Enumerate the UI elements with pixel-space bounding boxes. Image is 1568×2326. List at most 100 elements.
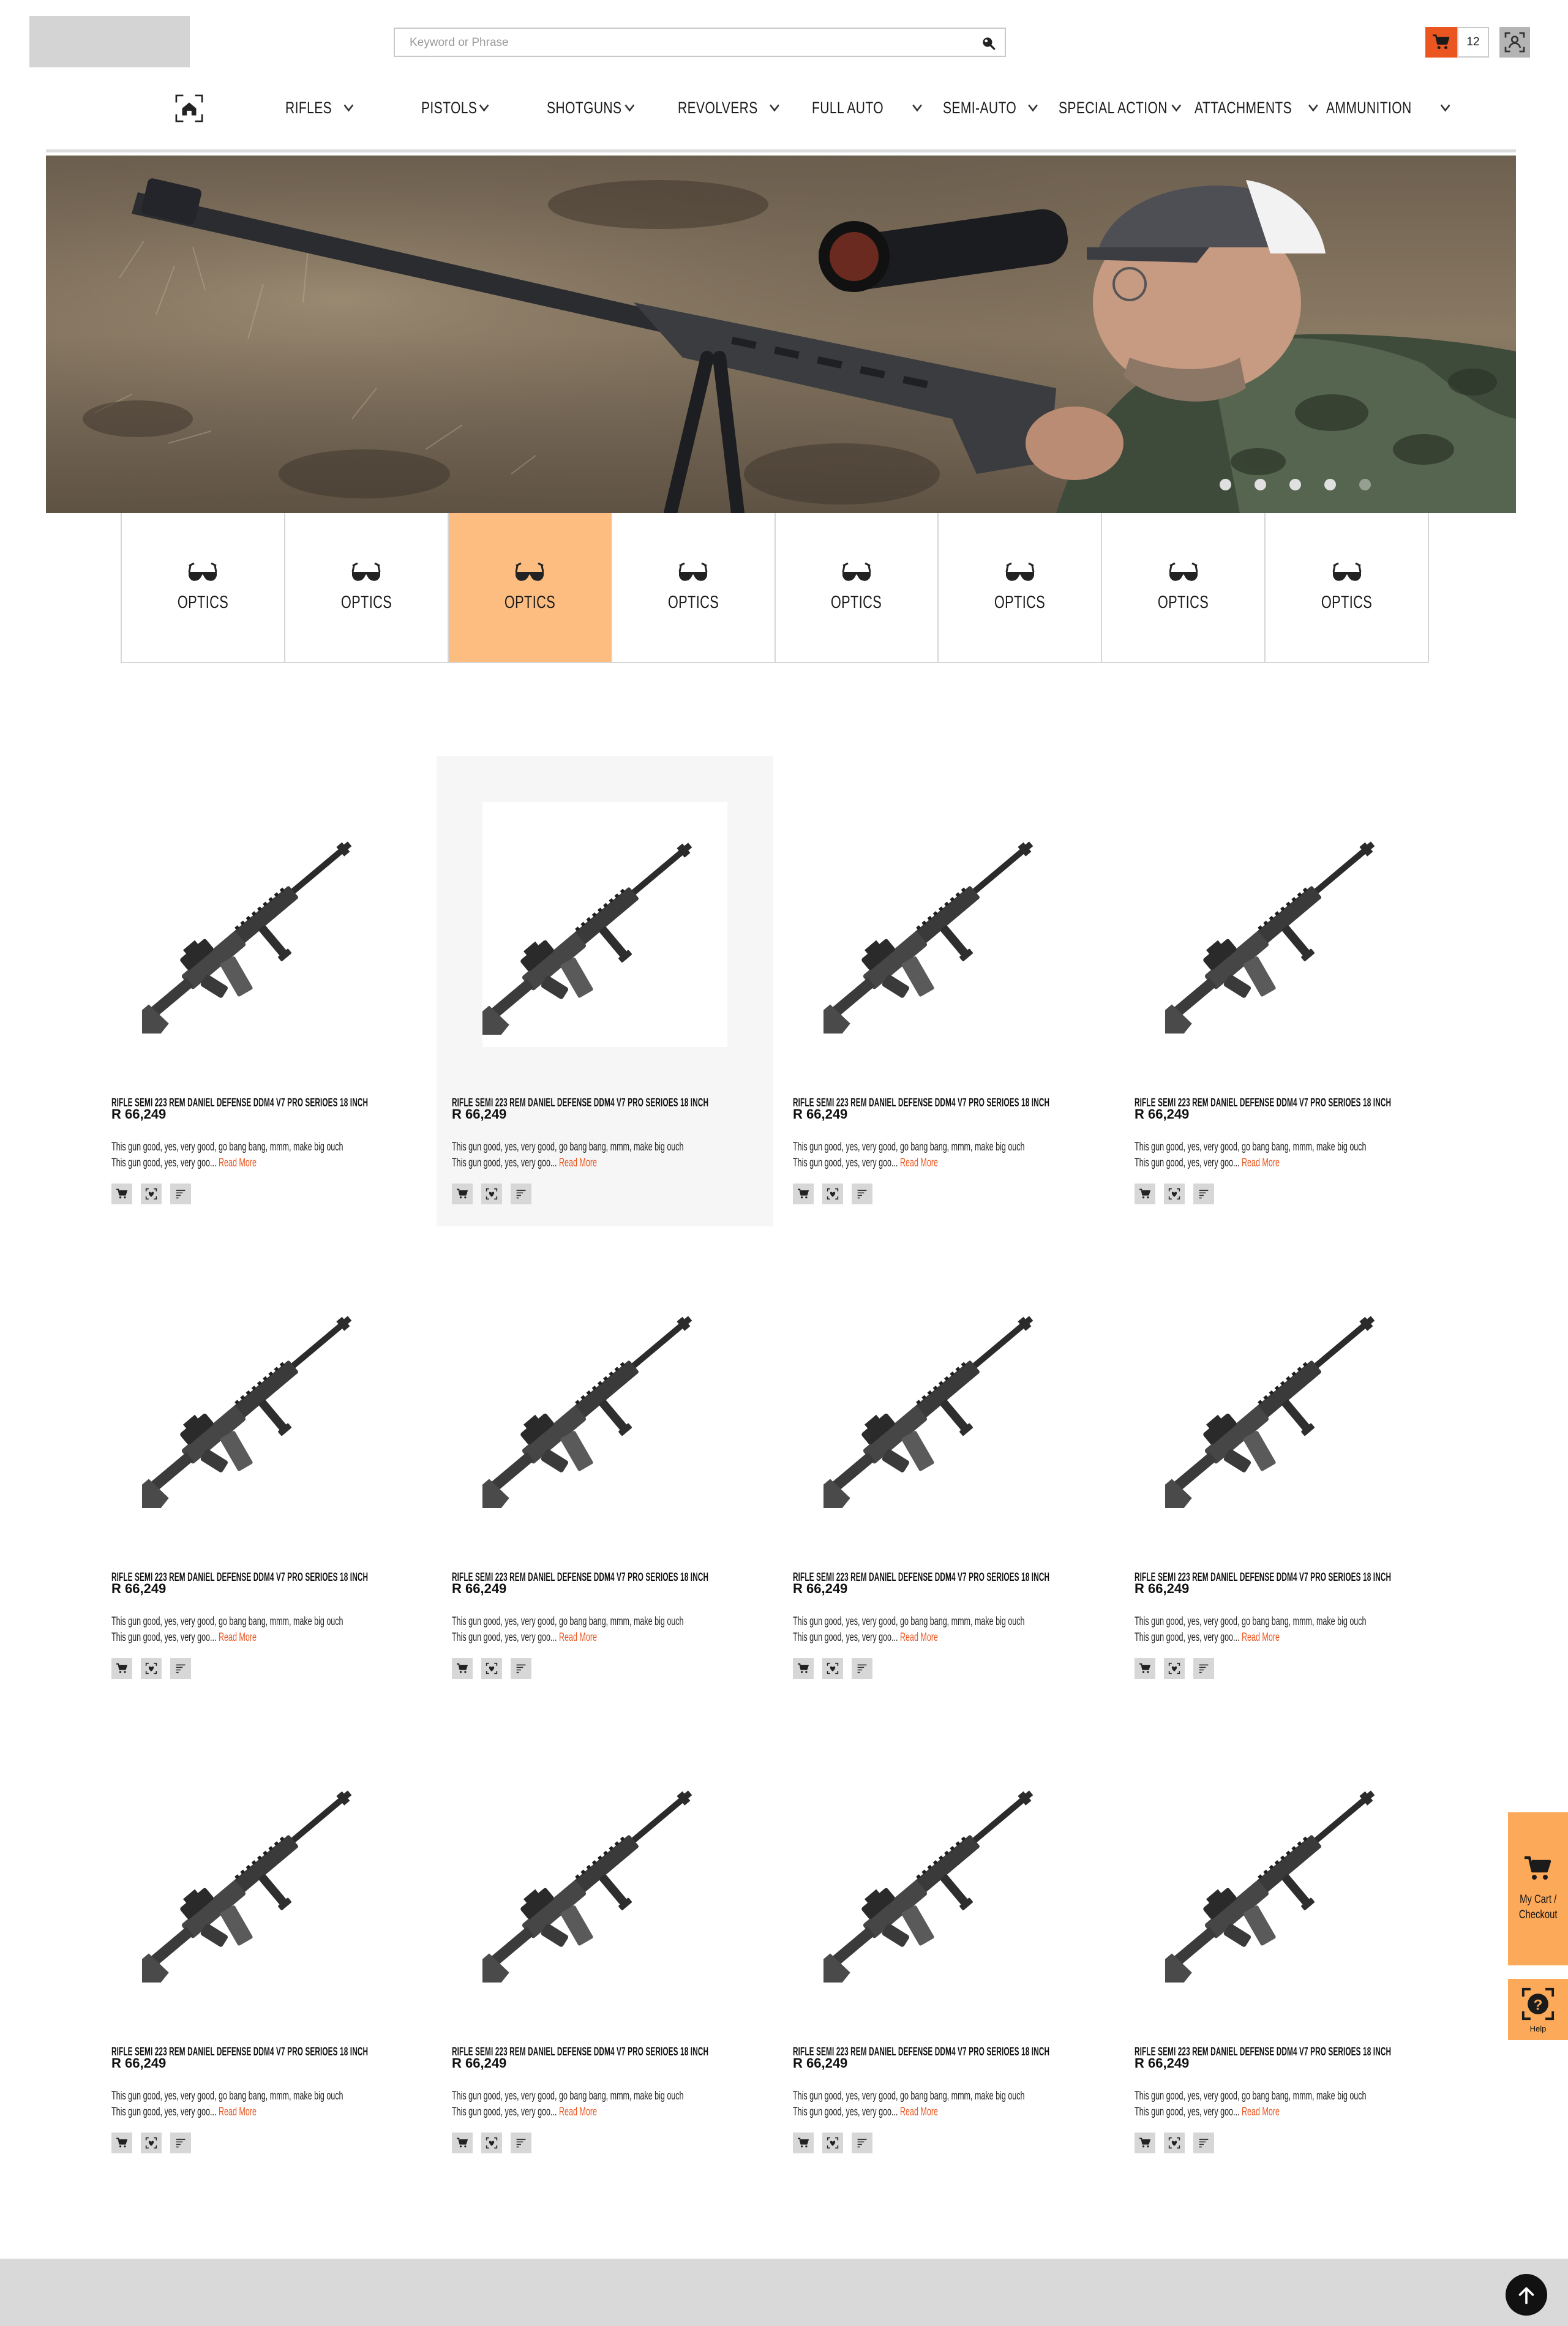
nav-attachments[interactable]: ATTACHMENTS [1195,94,1318,121]
carousel-dot[interactable] [1255,479,1266,490]
cart-count-badge[interactable]: 12 [1457,27,1489,58]
category-optics[interactable]: OPTICS [285,513,449,662]
product-card[interactable]: RIFLE SEMI 223 REM DANIEL DEFENSE DDM4 V… [437,1705,773,2175]
product-card[interactable]: RIFLE SEMI 223 REM DANIEL DEFENSE DDM4 V… [778,1231,1114,1701]
add-to-cart-button[interactable] [1135,1184,1155,1204]
read-more-link[interactable]: Read More [559,2106,597,2118]
product-image-box[interactable] [1119,1742,1456,2005]
nav-semi-auto[interactable]: SEMI-AUTO [943,94,1038,121]
category-optics[interactable]: OPTICS [1266,513,1429,662]
account-button[interactable] [1499,27,1530,58]
nav-special-action[interactable]: SPECIAL ACTION [1059,94,1182,121]
product-image-box[interactable] [96,1742,433,2005]
details-list-button[interactable] [852,1658,872,1679]
product-image-box[interactable] [96,793,433,1056]
product-card[interactable]: RIFLE SEMI 223 REM DANIEL DEFENSE DDM4 V… [778,756,1114,1226]
category-optics-active[interactable]: OPTICS [448,513,612,662]
category-optics[interactable]: OPTICS [775,513,939,662]
site-logo-placeholder[interactable] [29,16,190,67]
product-card[interactable]: RIFLE SEMI 223 REM DANIEL DEFENSE DDM4 V… [96,1705,433,2175]
back-to-top-button[interactable] [1506,2274,1547,2316]
read-more-link[interactable]: Read More [219,1157,257,1169]
side-help-button[interactable]: ? Help [1508,1979,1568,2040]
read-more-link[interactable]: Read More [1242,1631,1280,1644]
product-image-box[interactable] [1119,1267,1456,1531]
product-image-box[interactable] [96,1267,433,1531]
category-optics[interactable]: OPTICS [1102,513,1266,662]
read-more-link[interactable]: Read More [900,1157,938,1169]
wishlist-button[interactable] [822,2133,843,2153]
add-to-cart-button[interactable] [793,1658,814,1679]
nav-full-auto[interactable]: FULL AUTO [812,94,922,121]
read-more-link[interactable]: Read More [1242,1157,1280,1169]
details-list-button[interactable] [852,1184,872,1204]
category-optics[interactable]: OPTICS [122,513,285,662]
product-card[interactable]: RIFLE SEMI 223 REM DANIEL DEFENSE DDM4 V… [1119,1705,1456,2175]
wishlist-button[interactable] [822,1184,843,1204]
product-image-box[interactable] [437,1267,773,1531]
product-image-box[interactable] [778,1742,1114,2005]
side-cart-checkout-button[interactable]: My Cart / Checkout [1508,1812,1568,1965]
add-to-cart-button[interactable] [111,1658,132,1679]
carousel-dot[interactable] [1220,479,1231,490]
add-to-cart-button[interactable] [452,1184,473,1204]
wishlist-button[interactable] [481,1658,502,1679]
nav-ammunition[interactable]: AMMUNITION [1326,94,1450,121]
read-more-link[interactable]: Read More [900,2106,938,2118]
details-list-button[interactable] [852,2133,872,2153]
read-more-link[interactable]: Read More [219,2106,257,2118]
nav-rifles[interactable]: RIFLES [285,94,353,121]
add-to-cart-button[interactable] [452,1658,473,1679]
add-to-cart-button[interactable] [793,1184,814,1204]
wishlist-button[interactable] [481,2133,502,2153]
details-list-button[interactable] [1193,1658,1214,1679]
search-icon[interactable] [980,35,996,51]
category-optics[interactable]: OPTICS [939,513,1103,662]
details-list-button[interactable] [170,1184,191,1204]
wishlist-button[interactable] [141,2133,162,2153]
add-to-cart-button[interactable] [793,2133,814,2153]
home-button[interactable] [173,93,206,124]
product-image-box[interactable] [778,793,1114,1056]
hero-banner[interactable] [46,156,1516,513]
details-list-button[interactable] [1193,1184,1214,1204]
wishlist-button[interactable] [1164,2133,1185,2153]
wishlist-button[interactable] [141,1184,162,1204]
add-to-cart-button[interactable] [111,1184,132,1204]
wishlist-button[interactable] [481,1184,502,1204]
carousel-dot[interactable] [1324,479,1336,490]
add-to-cart-button[interactable] [1135,2133,1155,2153]
details-list-button[interactable] [1193,2133,1214,2153]
details-list-button[interactable] [511,2133,531,2153]
product-image-box[interactable] [778,1267,1114,1531]
wishlist-button[interactable] [822,1658,843,1679]
read-more-link[interactable]: Read More [559,1157,597,1169]
details-list-button[interactable] [170,1658,191,1679]
read-more-link[interactable]: Read More [900,1631,938,1644]
product-card[interactable]: RIFLE SEMI 223 REM DANIEL DEFENSE DDM4 V… [1119,1231,1456,1701]
product-image-box[interactable] [437,1742,773,2005]
product-image-box[interactable] [437,793,773,1056]
read-more-link[interactable]: Read More [559,1631,597,1644]
product-card[interactable]: RIFLE SEMI 223 REM DANIEL DEFENSE DDM4 V… [437,1231,773,1701]
details-list-button[interactable] [170,2133,191,2153]
product-card[interactable]: RIFLE SEMI 223 REM DANIEL DEFENSE DDM4 V… [778,1705,1114,2175]
header-cart-button[interactable] [1425,27,1457,58]
add-to-cart-button[interactable] [452,2133,473,2153]
product-card[interactable]: RIFLE SEMI 223 REM DANIEL DEFENSE DDM4 V… [96,756,433,1226]
product-card[interactable]: RIFLE SEMI 223 REM DANIEL DEFENSE DDM4 V… [1119,756,1456,1226]
product-card[interactable]: RIFLE SEMI 223 REM DANIEL DEFENSE DDM4 V… [96,1231,433,1701]
nav-pistols[interactable]: PISTOLS [421,94,489,121]
category-optics[interactable]: OPTICS [612,513,776,662]
nav-revolvers[interactable]: REVOLVERS [678,94,779,121]
carousel-dot[interactable] [1289,479,1301,490]
read-more-link[interactable]: Read More [1242,2106,1280,2118]
details-list-button[interactable] [511,1184,531,1204]
add-to-cart-button[interactable] [111,2133,132,2153]
details-list-button[interactable] [511,1658,531,1679]
carousel-dot[interactable] [1359,479,1371,490]
search-bar[interactable] [394,28,1006,57]
add-to-cart-button[interactable] [1135,1658,1155,1679]
nav-shotguns[interactable]: SHOTGUNS [547,94,635,121]
read-more-link[interactable]: Read More [219,1631,257,1644]
